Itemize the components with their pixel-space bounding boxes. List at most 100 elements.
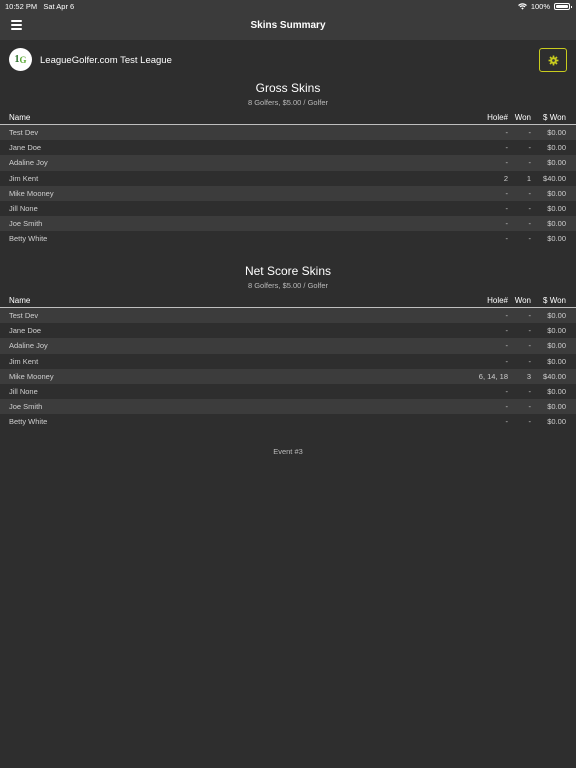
hole-number: - bbox=[505, 417, 509, 427]
gross-skins-rows: Test Dev - - $0.00 Jane Doe - - $0.00 Adaline Jo… bbox=[0, 125, 576, 247]
amount-won: $0.00 bbox=[547, 417, 566, 427]
table-row[interactable]: Jill None - - $0.00 bbox=[0, 201, 576, 216]
skins-won: - bbox=[528, 158, 532, 168]
hole-number: 2 bbox=[503, 173, 508, 183]
player-name: Jim Kent bbox=[9, 173, 39, 183]
table-row[interactable]: Test Dev - - $0.00 bbox=[0, 125, 576, 141]
player-name: Joe Smith bbox=[9, 219, 43, 229]
amount-won: $40.00 bbox=[543, 371, 566, 381]
col-hole: Hole# bbox=[487, 113, 508, 122]
table-row[interactable]: Mike Mooney 6, 14, 18 3 $40.00 bbox=[0, 368, 576, 384]
amount-won: $0.00 bbox=[547, 219, 566, 229]
table-row[interactable]: Adaline Joy - - $0.00 bbox=[0, 338, 576, 354]
top-bar: 10:52 PM Sat Apr 6 100% Skins Summary bbox=[0, 0, 576, 40]
player-name: Adaline Joy bbox=[9, 158, 48, 168]
skins-won: - bbox=[528, 402, 532, 412]
table-row[interactable]: Jane Doe - - $0.00 bbox=[0, 323, 576, 338]
amount-won: $0.00 bbox=[547, 143, 566, 153]
battery-percent: 100% bbox=[530, 2, 550, 11]
player-name: Test Dev bbox=[9, 128, 39, 137]
table-row[interactable]: Test Dev - - $0.00 bbox=[0, 308, 576, 324]
player-name: Test Dev bbox=[9, 311, 39, 320]
status-bar: 10:52 PM Sat Apr 6 100% bbox=[0, 0, 576, 13]
amount-won: $0.00 bbox=[547, 402, 566, 412]
hole-number: - bbox=[505, 326, 509, 336]
page-title: Skins Summary bbox=[250, 20, 326, 31]
gross-skins-subtitle: 8 Golfers, $5.00 / Golfer bbox=[247, 98, 329, 107]
hole-number: - bbox=[505, 143, 509, 153]
skins-won: - bbox=[528, 341, 532, 351]
wifi-icon bbox=[517, 3, 527, 10]
player-name: Mike Mooney bbox=[9, 188, 54, 198]
status-time-text: 10:52 PM bbox=[5, 2, 38, 11]
league-name: LeagueGolfer.com Test League bbox=[40, 55, 172, 66]
player-name: Jane Doe bbox=[9, 143, 42, 153]
net-skins-header: Net Score Skins 8 Golfers, $5.00 / Golfe… bbox=[0, 264, 576, 290]
hole-number: 6, 14, 18 bbox=[478, 371, 508, 381]
status-right: 100% bbox=[517, 2, 572, 11]
status-date: Sat Apr 6 bbox=[43, 2, 75, 11]
player-name: Jane Doe bbox=[9, 326, 42, 336]
amount-won: $0.00 bbox=[547, 341, 566, 351]
player-name: Joe Smith bbox=[9, 402, 43, 412]
col-name: Name bbox=[9, 296, 31, 305]
table-header: Name Hole# Won $ Won bbox=[0, 111, 576, 125]
net-skins-title: Net Score Skins bbox=[244, 264, 332, 278]
hole-number: - bbox=[505, 158, 509, 168]
league-logo: 1G bbox=[9, 48, 32, 71]
table-row[interactable]: Joe Smith - - $0.00 bbox=[0, 399, 576, 415]
table-header: Name Hole# Won $ Won bbox=[0, 294, 576, 308]
status-time: 10:52 PM Sat Apr 6 bbox=[5, 2, 74, 11]
amount-won: $0.00 bbox=[547, 234, 566, 244]
skins-won: - bbox=[528, 417, 532, 427]
skins-won: - bbox=[528, 386, 532, 396]
hole-number: - bbox=[505, 219, 509, 229]
player-name: Jill None bbox=[9, 203, 38, 213]
hole-number: - bbox=[505, 128, 509, 137]
net-skins-subtitle: 8 Golfers, $5.00 / Golfer bbox=[247, 281, 329, 290]
battery-icon bbox=[554, 3, 572, 10]
table-row[interactable]: Joe Smith - - $0.00 bbox=[0, 216, 576, 232]
gross-skins-header: Gross Skins 8 Golfers, $5.00 / Golfer bbox=[0, 81, 576, 107]
skins-won: - bbox=[528, 203, 532, 213]
table-row[interactable]: Jim Kent 2 1 $40.00 bbox=[0, 171, 576, 186]
hole-number: - bbox=[505, 311, 509, 320]
amount-won: $0.00 bbox=[547, 128, 566, 137]
col-hole: Hole# bbox=[487, 296, 508, 305]
table-row[interactable]: Betty White - - $0.00 bbox=[0, 231, 576, 246]
player-name: Betty White bbox=[9, 417, 48, 427]
skins-won: - bbox=[528, 234, 532, 244]
gear-icon bbox=[548, 55, 558, 65]
player-name: Jim Kent bbox=[9, 356, 39, 366]
table-row[interactable]: Adaline Joy - - $0.00 bbox=[0, 155, 576, 171]
table-row[interactable]: Mike Mooney - - $0.00 bbox=[0, 185, 576, 201]
amount-won: $0.00 bbox=[547, 326, 566, 336]
table-row[interactable]: Jill None - - $0.00 bbox=[0, 384, 576, 399]
gross-skins-table: Name Hole# Won $ Won Test Dev - - $0.00 Jane… bbox=[0, 111, 576, 247]
gross-skins-title: Gross Skins bbox=[255, 81, 321, 95]
skins-won: - bbox=[528, 311, 532, 320]
player-name: Mike Mooney bbox=[9, 371, 54, 381]
col-amount: $ Won bbox=[543, 296, 566, 305]
skins-won: - bbox=[528, 219, 532, 229]
hole-number: - bbox=[505, 203, 509, 213]
table-row[interactable]: Jane Doe - - $0.00 bbox=[0, 140, 576, 155]
amount-won: $0.00 bbox=[547, 311, 566, 320]
table-row[interactable]: Jim Kent - - $0.00 bbox=[0, 354, 576, 369]
skins-won: 3 bbox=[526, 371, 531, 381]
amount-won: $0.00 bbox=[547, 188, 566, 198]
skins-won: - bbox=[528, 188, 532, 198]
skins-won: - bbox=[528, 143, 532, 153]
skins-won: - bbox=[528, 356, 532, 366]
col-name: Name bbox=[9, 113, 31, 122]
skins-won: - bbox=[528, 326, 532, 336]
hole-number: - bbox=[505, 402, 509, 412]
net-skins-rows: Test Dev - - $0.00 Jane Doe - - $0.00 Adaline Jo… bbox=[0, 308, 576, 430]
skins-won: - bbox=[528, 128, 532, 137]
settings-button[interactable] bbox=[539, 48, 567, 72]
logo-letter: G bbox=[19, 54, 27, 65]
table-row[interactable]: Betty White - - $0.00 bbox=[0, 414, 576, 429]
amount-won: $0.00 bbox=[547, 386, 566, 396]
event-label: Event #3 bbox=[273, 447, 303, 456]
player-name: Jill None bbox=[9, 386, 38, 396]
